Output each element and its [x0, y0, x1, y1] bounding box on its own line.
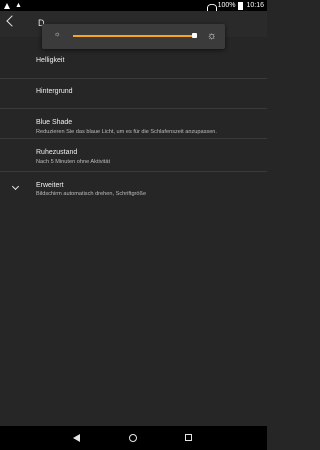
list-item-sleep[interactable]: Ruhezustand Nach 5 Minuten ohne Aktivitä…: [0, 139, 267, 172]
warning-icon: [4, 2, 10, 9]
brightness-high-icon: ☼: [206, 30, 217, 42]
list-item-title: Blue Shade: [36, 119, 73, 126]
brightness-popup: ☼: [42, 24, 225, 49]
list-item-title: Ruhezustand: [36, 149, 78, 156]
list-item-brightness[interactable]: Helligkeit: [0, 49, 267, 79]
list-item-title: Hintergrund: [36, 88, 73, 95]
clock: 10:16: [246, 2, 264, 9]
list-item-advanced[interactable]: Erweitert Bildschirm automatisch drehen,…: [0, 172, 267, 200]
battery-percent: 100%: [217, 2, 236, 9]
notification-icon: ▲: [15, 2, 22, 9]
brightness-low-icon: [54, 31, 62, 40]
chevron-down-icon: [11, 182, 20, 191]
list-item-subtitle: Bildschirm automatisch drehen, Schriftgr…: [36, 191, 147, 197]
nav-recents-icon[interactable]: [185, 434, 192, 441]
brightness-slider-thumb[interactable]: [192, 33, 197, 38]
back-arrow-icon[interactable]: [6, 15, 18, 27]
list-item-subtitle: Reduzieren Sie das blaue Licht, um es fü…: [36, 129, 217, 135]
status-bar: ▲ 100% 10:16: [0, 0, 267, 11]
brightness-slider[interactable]: [73, 33, 197, 38]
list-item-subtitle: Nach 5 Minuten ohne Aktivität: [36, 159, 111, 165]
battery-icon: [238, 1, 244, 10]
status-right: 100% 10:16: [207, 0, 264, 11]
wifi-icon: [207, 3, 215, 9]
nav-back-icon[interactable]: [73, 434, 80, 442]
list-item-wallpaper[interactable]: Hintergrund: [0, 79, 267, 109]
nav-home-icon[interactable]: [129, 434, 137, 442]
status-left: ▲: [4, 0, 22, 11]
list-item-blue-shade[interactable]: Blue Shade Reduzieren Sie das blaue Lich…: [0, 109, 267, 139]
settings-list: Helligkeit Hintergrund Blue Shade Reduzi…: [0, 49, 267, 200]
list-item-title: Helligkeit: [36, 57, 65, 64]
list-item-title: Erweitert: [36, 182, 64, 189]
navigation-bar: [0, 426, 267, 450]
brightness-slider-fill: [73, 35, 195, 37]
